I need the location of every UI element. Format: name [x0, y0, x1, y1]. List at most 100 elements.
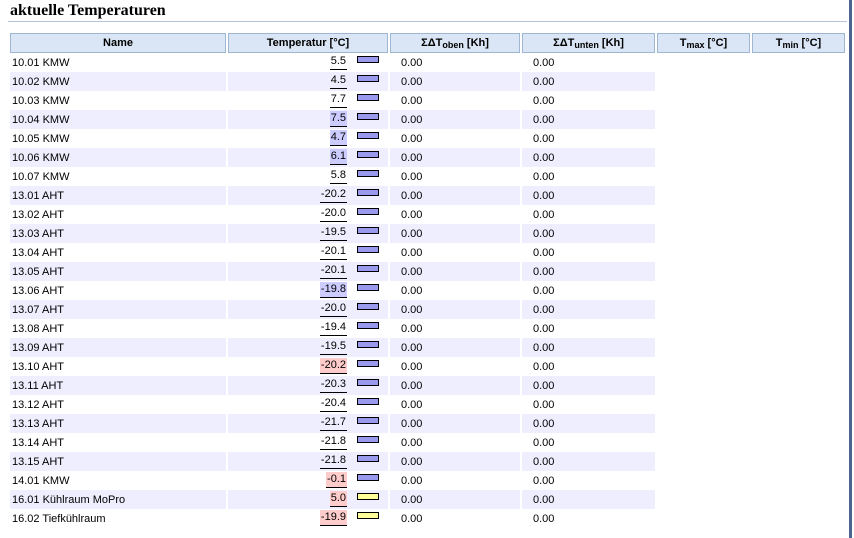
sensor-name-cell: 10.07 KMW — [10, 167, 226, 186]
tmax-cell — [657, 129, 750, 148]
delta-t-top-cell: 0.00 — [390, 319, 520, 338]
table-row[interactable]: 13.02 AHT -20.0 0.00 0.00 — [10, 205, 845, 224]
delta-t-top-cell: 0.00 — [390, 129, 520, 148]
table-row[interactable]: 13.09 AHT -19.5 0.00 0.00 — [10, 338, 845, 357]
temperature-value[interactable]: 5.5 — [329, 54, 347, 70]
table-row[interactable]: 10.05 KMW 4.7 0.00 0.00 — [10, 129, 845, 148]
table-row[interactable]: 13.12 AHT -20.4 0.00 0.00 — [10, 395, 845, 414]
tmin-cell — [752, 148, 845, 167]
delta-t-bottom-cell: 0.00 — [522, 205, 655, 224]
delta-t-bottom-cell: 0.00 — [522, 490, 655, 509]
table-row[interactable]: 13.08 AHT -19.4 0.00 0.00 — [10, 319, 845, 338]
temperature-cell: -19.4 — [228, 319, 388, 338]
delta-t-top-cell: 0.00 — [390, 186, 520, 205]
temperature-value[interactable]: -19.8 — [319, 282, 347, 298]
temperature-value[interactable]: 5.0 — [329, 491, 347, 507]
table-row[interactable]: 13.14 AHT -21.8 0.00 0.00 — [10, 433, 845, 452]
delta-t-bottom-cell: 0.00 — [522, 395, 655, 414]
temperature-value[interactable]: -0.1 — [326, 472, 347, 488]
temperature-cell: 7.5 — [228, 110, 388, 129]
table-row[interactable]: 13.13 AHT -21.7 0.00 0.00 — [10, 414, 845, 433]
sensor-name-cell: 13.11 AHT — [10, 376, 226, 395]
delta-t-top-cell: 0.00 — [390, 72, 520, 91]
temperature-bar-icon — [357, 94, 379, 101]
table-row[interactable]: 13.04 AHT -20.1 0.00 0.00 — [10, 243, 845, 262]
column-header-temperature[interactable]: Temperatur [°C] — [228, 33, 388, 53]
temperature-value[interactable]: -20.1 — [319, 263, 347, 279]
delta-t-bottom-cell: 0.00 — [522, 509, 655, 528]
sensor-name-cell: 13.05 AHT — [10, 262, 226, 281]
table-row[interactable]: 13.05 AHT -20.1 0.00 0.00 — [10, 262, 845, 281]
tmin-cell — [752, 243, 845, 262]
temperature-value[interactable]: 4.5 — [329, 73, 347, 89]
temperature-value[interactable]: -20.1 — [319, 244, 347, 260]
temperature-value[interactable]: -20.0 — [319, 301, 347, 317]
tmin-cell — [752, 338, 845, 357]
column-header-tmax[interactable]: Tmax [°C] — [657, 33, 750, 53]
temperature-value[interactable]: -21.7 — [319, 415, 347, 431]
table-row[interactable]: 14.01 KMW -0.1 0.00 0.00 — [10, 471, 845, 490]
tmin-cell — [752, 129, 845, 148]
table-row[interactable]: 13.10 AHT -20.2 0.00 0.00 — [10, 357, 845, 376]
column-header-delta-t-top[interactable]: ΣΔToben [Kh] — [390, 33, 520, 53]
temperature-value[interactable]: 7.7 — [329, 92, 347, 108]
table-row[interactable]: 13.11 AHT -20.3 0.00 0.00 — [10, 376, 845, 395]
temperature-value[interactable]: -20.0 — [319, 206, 347, 222]
table-row[interactable]: 13.07 AHT -20.0 0.00 0.00 — [10, 300, 845, 319]
temperature-value[interactable]: 7.5 — [329, 111, 347, 127]
temperature-bar-icon — [357, 512, 379, 519]
temperature-value[interactable]: -20.2 — [319, 358, 347, 374]
sensor-name-cell: 13.01 AHT — [10, 186, 226, 205]
table-row[interactable]: 10.02 KMW 4.5 0.00 0.00 — [10, 72, 845, 91]
temperature-value[interactable]: -19.5 — [319, 339, 347, 355]
delta-t-top-cell: 0.00 — [390, 452, 520, 471]
temperature-value[interactable]: -19.9 — [319, 510, 347, 526]
tmin-cell — [752, 205, 845, 224]
delta-t-top-cell: 0.00 — [390, 509, 520, 528]
delta-t-top-cell: 0.00 — [390, 224, 520, 243]
tmin-cell — [752, 319, 845, 338]
delta-t-top-cell: 0.00 — [390, 433, 520, 452]
temperature-value[interactable]: -21.8 — [319, 434, 347, 450]
temperature-bar-icon — [357, 493, 379, 500]
table-row[interactable]: 13.15 AHT -21.8 0.00 0.00 — [10, 452, 845, 471]
table-row[interactable]: 10.01 KMW 5.5 0.00 0.00 — [10, 53, 845, 72]
tmax-cell — [657, 205, 750, 224]
temperature-cell: -20.3 — [228, 376, 388, 395]
table-row[interactable]: 13.01 AHT -20.2 0.00 0.00 — [10, 186, 845, 205]
table-row[interactable]: 10.06 KMW 6.1 0.00 0.00 — [10, 148, 845, 167]
delta-t-bottom-cell: 0.00 — [522, 471, 655, 490]
delta-t-top-cell: 0.00 — [390, 395, 520, 414]
temperature-value[interactable]: -20.2 — [319, 187, 347, 203]
temperature-value[interactable]: -19.4 — [319, 320, 347, 336]
tmin-cell — [752, 471, 845, 490]
temperature-value[interactable]: -20.4 — [319, 396, 347, 412]
temperature-value[interactable]: -19.5 — [319, 225, 347, 241]
tmax-cell — [657, 433, 750, 452]
temperature-value[interactable]: 4.7 — [329, 130, 347, 146]
table-row[interactable]: 10.03 KMW 7.7 0.00 0.00 — [10, 91, 845, 110]
tmax-cell — [657, 395, 750, 414]
tmin-cell — [752, 72, 845, 91]
temperature-value[interactable]: 6.1 — [329, 149, 347, 165]
table-row[interactable]: 10.07 KMW 5.8 0.00 0.00 — [10, 167, 845, 186]
column-header-tmin[interactable]: Tmin [°C] — [752, 33, 845, 53]
delta-t-bottom-cell: 0.00 — [522, 281, 655, 300]
sensor-name-cell: 13.12 AHT — [10, 395, 226, 414]
temperature-value[interactable]: 5.8 — [329, 168, 347, 184]
column-header-name[interactable]: Name — [10, 33, 226, 53]
tmin-cell — [752, 452, 845, 471]
table-row[interactable]: 13.06 AHT -19.8 0.00 0.00 — [10, 281, 845, 300]
temperature-value[interactable]: -21.8 — [319, 453, 347, 469]
table-row[interactable]: 13.03 AHT -19.5 0.00 0.00 — [10, 224, 845, 243]
table-row[interactable]: 16.01 Kühlraum MoPro 5.0 0.00 0.00 — [10, 490, 845, 509]
delta-t-bottom-cell: 0.00 — [522, 186, 655, 205]
tmax-cell — [657, 452, 750, 471]
temperature-bar-icon — [357, 379, 379, 386]
sensor-name-cell: 16.02 Tiefkühlraum — [10, 509, 226, 528]
table-header-row: Name Temperatur [°C] ΣΔToben [Kh] ΣΔTunt… — [10, 33, 845, 53]
table-row[interactable]: 10.04 KMW 7.5 0.00 0.00 — [10, 110, 845, 129]
temperature-value[interactable]: -20.3 — [319, 377, 347, 393]
table-row[interactable]: 16.02 Tiefkühlraum -19.9 0.00 0.00 — [10, 509, 845, 528]
column-header-delta-t-bottom[interactable]: ΣΔTunten [Kh] — [522, 33, 655, 53]
